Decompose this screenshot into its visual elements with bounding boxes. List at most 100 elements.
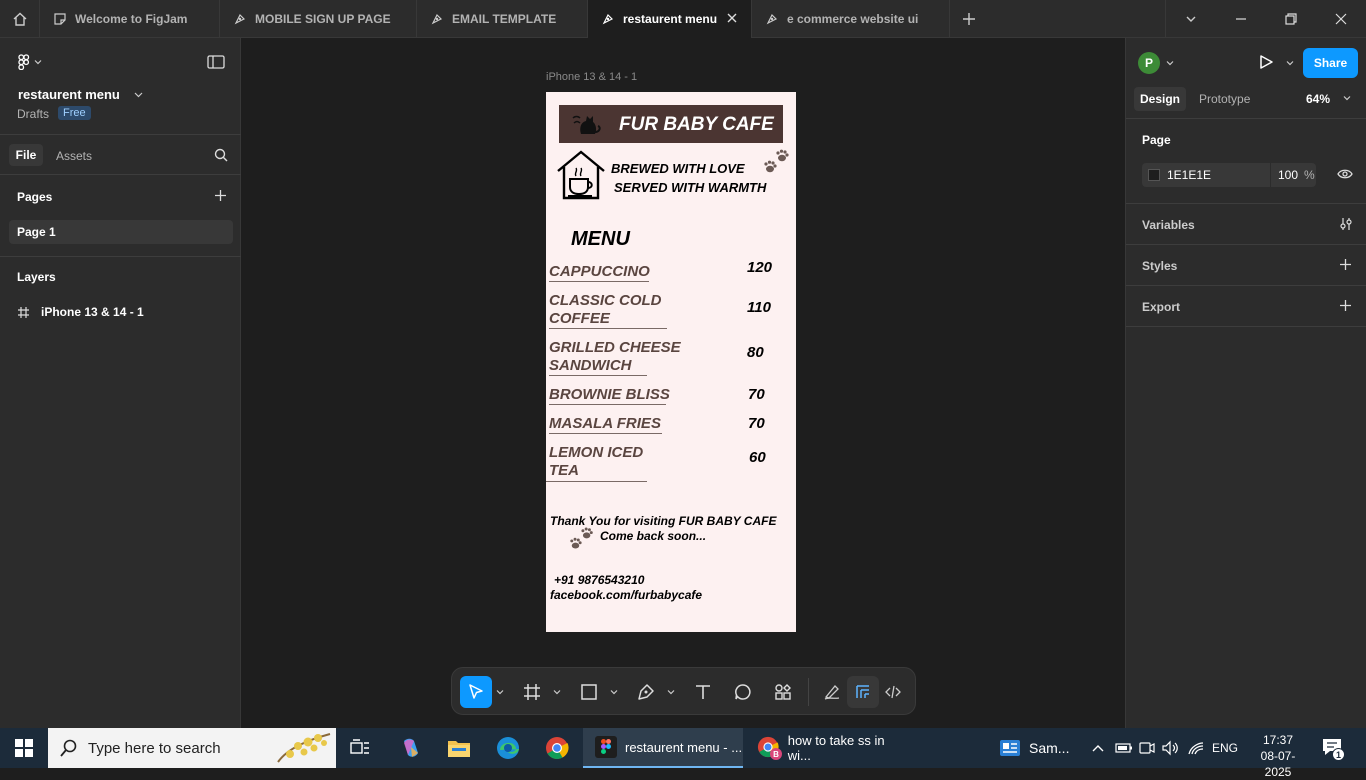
color-swatch[interactable] (1148, 169, 1160, 181)
network-icon[interactable] (1187, 740, 1205, 756)
draw-mode-button[interactable] (816, 676, 848, 708)
chevron-down-icon[interactable] (667, 688, 675, 696)
volume-icon[interactable] (1161, 740, 1179, 756)
restore-icon (1285, 13, 1297, 25)
menu-item-name: SANDWICH (549, 357, 632, 374)
file-explorer-button[interactable] (445, 734, 473, 762)
tab-label: e commerce website ui (787, 12, 919, 26)
design-mode-button[interactable] (847, 676, 879, 708)
copilot-icon (404, 738, 418, 757)
figma-app-icon (595, 736, 617, 758)
menu-item-price: 80 (747, 344, 764, 361)
layer-label: iPhone 13 & 14 - 1 (41, 305, 144, 319)
chevron-up-icon[interactable] (1091, 742, 1105, 754)
shape-tool-button[interactable] (573, 676, 605, 708)
restore-window-button[interactable] (1266, 0, 1316, 38)
search-icon[interactable] (214, 148, 228, 162)
design-mode-icon (856, 685, 869, 698)
canvas[interactable]: iPhone 13 & 14 - 1 FUR BABY CAFE BREWED … (241, 38, 1125, 728)
tab-file[interactable]: File (9, 144, 43, 166)
chevron-down-icon[interactable] (610, 688, 618, 696)
sidebar-icon (207, 55, 225, 69)
menu-item-name: GRILLED CHEESE (549, 339, 681, 356)
tab-mobile-sign-up-page[interactable]: MOBILE SIGN UP PAGE (220, 0, 417, 38)
main-menu-button[interactable] (18, 54, 42, 70)
taskbar-app-label: how to take ss in wi... (787, 733, 885, 763)
tab-email-template[interactable]: EMAIL TEMPLATE (417, 0, 588, 38)
avatar[interactable]: P (1138, 52, 1160, 74)
chevron-down-icon[interactable] (1343, 94, 1351, 102)
zoom-level[interactable]: 64% (1306, 92, 1330, 106)
close-window-button[interactable] (1316, 0, 1366, 38)
page-item-page-1[interactable]: Page 1 (9, 220, 233, 244)
new-tab-button[interactable] (944, 0, 994, 38)
play-icon[interactable] (1258, 54, 1274, 70)
plan-badge[interactable]: Free (58, 106, 91, 120)
frame-label[interactable]: iPhone 13 & 14 - 1 (546, 71, 637, 83)
add-page-icon[interactable] (214, 189, 227, 202)
close-tab-icon[interactable] (725, 11, 739, 25)
chevron-down-icon[interactable] (1166, 59, 1174, 67)
page-color-value[interactable]: 1E1E1E (1167, 168, 1211, 182)
tab-welcome-to-figjam[interactable]: Welcome to FigJam (40, 0, 220, 38)
page-color-field[interactable]: 1E1E1E 100 % (1142, 163, 1316, 187)
move-tool-button[interactable] (460, 676, 492, 708)
task-view-button[interactable] (346, 734, 374, 762)
meet-camera-icon[interactable] (1139, 740, 1155, 756)
resources-tool-button[interactable] (767, 676, 799, 708)
iphone-frame[interactable]: FUR BABY CAFE BREWED WITH LOVE SERVED WI… (546, 92, 796, 632)
text-tool-button[interactable] (687, 676, 719, 708)
clock[interactable]: 17:37 08-07-2025 (1248, 732, 1308, 780)
copilot-button[interactable] (397, 734, 425, 762)
menu-item-name: COFFEE (549, 310, 610, 327)
title-tab-bar: Welcome to FigJam MOBILE SIGN UP PAGE EM… (0, 0, 1366, 38)
chevron-down-icon[interactable] (553, 688, 561, 696)
minimize-icon (1236, 18, 1246, 20)
windows-logo-icon (15, 739, 33, 757)
tab-label: EMAIL TEMPLATE (452, 12, 557, 26)
frame-tool-button[interactable] (516, 676, 548, 708)
task-view-icon (350, 739, 369, 754)
chrome-browser-button[interactable] (543, 734, 571, 762)
toggle-sidebar-button[interactable] (207, 55, 225, 74)
notifications-button[interactable]: 1 (1322, 738, 1345, 761)
tab-design[interactable]: Design (1134, 87, 1186, 111)
divider (0, 134, 241, 135)
home-button[interactable] (0, 0, 40, 38)
tab-label: Welcome to FigJam (75, 12, 188, 26)
pen-tool-button[interactable] (630, 676, 662, 708)
variables-settings-icon[interactable] (1339, 217, 1353, 231)
page-opacity-value[interactable]: 100 (1278, 168, 1298, 182)
layer-item-iphone-frame[interactable]: iPhone 13 & 14 - 1 (18, 305, 144, 319)
eye-icon[interactable] (1337, 168, 1353, 180)
taskbar-app-figma[interactable]: restaurent menu - ... (583, 728, 743, 768)
taskbar-app-chrome[interactable]: B how to take ss in wi... (745, 728, 905, 768)
comment-tool-button[interactable] (727, 676, 759, 708)
dev-mode-button[interactable] (877, 676, 909, 708)
item-underline (546, 481, 647, 482)
share-button[interactable]: Share (1303, 48, 1358, 78)
tab-restaurent-menu[interactable]: restaurent menu (588, 0, 752, 38)
chevron-down-icon[interactable] (496, 688, 504, 696)
chevron-down-icon[interactable] (1286, 59, 1294, 67)
edge-browser-button[interactable] (494, 734, 522, 762)
chevron-down-icon[interactable] (134, 90, 143, 99)
news-widget-icon (1000, 740, 1020, 756)
tab-prototype[interactable]: Prototype (1199, 92, 1250, 106)
start-button[interactable] (10, 734, 38, 762)
add-style-icon[interactable] (1339, 258, 1352, 271)
tab-assets[interactable]: Assets (56, 149, 92, 163)
taskbar-search[interactable]: Type here to search (48, 728, 336, 768)
file-name[interactable]: restaurent menu (18, 87, 120, 102)
tab-e-commerce-website-ui[interactable]: e commerce website ui (752, 0, 950, 38)
language-indicator[interactable]: ENG (1212, 728, 1238, 768)
drafts-label[interactable]: Drafts (17, 107, 49, 121)
add-export-icon[interactable] (1339, 299, 1352, 312)
search-placeholder: Type here to search (88, 740, 221, 757)
menu-item-price: 70 (748, 386, 765, 403)
minimize-window-button[interactable] (1216, 0, 1266, 38)
weather-widget[interactable]: Sam... (999, 728, 1069, 768)
menu-item-name: MASALA FRIES (549, 415, 661, 432)
tabs-dropdown-button[interactable] (1165, 0, 1215, 38)
battery-icon[interactable] (1115, 741, 1133, 755)
